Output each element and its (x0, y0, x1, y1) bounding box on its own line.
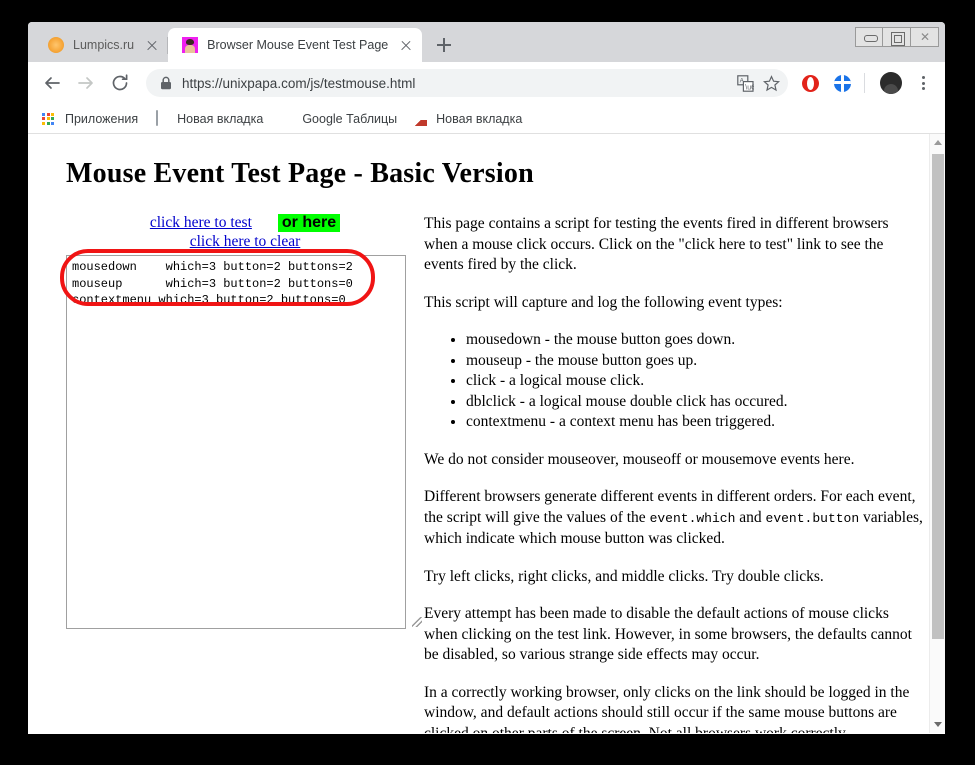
scrollbar-thumb[interactable] (932, 154, 944, 639)
scroll-up-arrow-icon[interactable] (930, 134, 945, 151)
toolbar-divider (864, 73, 865, 93)
list-item: mouseup - the mouse button goes up. (466, 351, 926, 372)
translate-glyph: A \u6587 (737, 75, 754, 92)
page-title: Mouse Event Test Page - Basic Version (66, 158, 919, 190)
bookmark-apps[interactable]: Приложения (38, 108, 146, 130)
click-here-to-test-link[interactable]: click here to test (150, 214, 252, 231)
image-icon (413, 111, 429, 127)
star-glyph (763, 75, 780, 92)
paragraph-different-browsers: Different browsers generate different ev… (424, 487, 926, 550)
forward-button[interactable] (72, 69, 100, 97)
bookmark-label: Новая вкладка (436, 112, 522, 126)
list-item: mousedown - the mouse button goes down. (466, 330, 926, 351)
avatar (880, 72, 902, 94)
list-item: click - a logical mouse click. (466, 371, 926, 392)
paragraph-correct-browser: In a correctly working browser, only cli… (424, 683, 926, 734)
page-viewport: Mouse Event Test Page - Basic Version cl… (28, 134, 945, 733)
list-item: contextmenu - a context menu has been tr… (466, 412, 926, 433)
test-link-row: click here to test or here (66, 214, 424, 232)
test-links-block: click here to test or here click here to … (66, 214, 424, 251)
click-here-to-clear-link[interactable]: click here to clear (190, 233, 301, 250)
tab-mouse-event-test-page[interactable]: Browser Mouse Event Test Page (168, 28, 422, 62)
tab-title: Lumpics.ru (73, 38, 134, 52)
person-magenta-favicon-icon (182, 37, 198, 53)
bookmarks-bar: Приложения Новая вкладка Google Таблицы … (28, 104, 945, 134)
close-icon[interactable] (396, 35, 416, 55)
clear-link-row: click here to clear (66, 233, 424, 251)
opera-extension-button[interactable] (796, 69, 824, 97)
paragraph-default-actions: Every attempt has been made to disable t… (424, 604, 926, 666)
reload-button[interactable] (106, 69, 134, 97)
paragraph-event-types-intro: This script will capture and log the fol… (424, 293, 926, 314)
svg-text:\u6587: \u6587 (745, 84, 754, 91)
back-button[interactable] (38, 69, 66, 97)
paragraph-try-clicks: Try left clicks, right clicks, and middl… (424, 567, 926, 588)
three-dot-menu-icon (913, 73, 933, 93)
event-types-list: mousedown - the mouse button goes down. … (424, 330, 926, 433)
globe-extension-button[interactable] (828, 69, 856, 97)
tab-lumpics[interactable]: Lumpics.ru (34, 28, 168, 62)
browser-toolbar: https://unixpapa.com/js/testmouse.html A… (28, 62, 945, 104)
tab-strip: Lumpics.ru Browser Mouse Event Test Page… (28, 22, 945, 62)
arrow-left-icon (41, 72, 63, 94)
url-text: https://unixpapa.com/js/testmouse.html (182, 76, 732, 91)
new-tab-button[interactable] (430, 31, 458, 59)
event-log-textarea[interactable]: mousedown which=3 button=2 buttons=2 mou… (66, 255, 406, 629)
right-column: This page contains a script for testing … (424, 214, 926, 733)
profile-button[interactable] (877, 69, 905, 97)
arrow-right-icon (75, 72, 97, 94)
page-scrollbar[interactable] (929, 134, 945, 733)
bookmark-label: Новая вкладка (177, 112, 263, 126)
paragraph-not-considered: We do not consider mouseover, mouseoff o… (424, 450, 926, 471)
bookmark-new-tab-1[interactable]: Новая вкладка (150, 108, 271, 130)
log-area-wrapper: mousedown which=3 button=2 buttons=2 mou… (66, 255, 424, 629)
screen-root: Lumpics.ru Browser Mouse Event Test Page… (0, 0, 975, 765)
close-icon[interactable] (142, 35, 162, 55)
resize-handle[interactable] (412, 617, 422, 627)
lock-glyph (160, 76, 172, 90)
browser-window: Lumpics.ru Browser Mouse Event Test Page… (28, 22, 945, 734)
list-item: dblclick - a logical mouse double click … (466, 392, 926, 413)
chrome-menu-button[interactable] (909, 69, 937, 97)
web-page-content: Mouse Event Test Page - Basic Version cl… (28, 134, 929, 733)
bookmark-new-tab-2[interactable]: Новая вкладка (409, 108, 530, 130)
close-icon: ✕ (911, 30, 938, 44)
page-icon (154, 111, 170, 127)
window-controls: ✕ (855, 27, 939, 47)
bookmark-google-sheets[interactable]: Google Таблицы (275, 108, 405, 130)
opera-icon (802, 75, 819, 92)
lock-icon (160, 76, 172, 90)
scroll-down-arrow-icon[interactable] (930, 716, 945, 733)
orange-circle-favicon-icon (48, 37, 64, 53)
text-fragment: and (735, 509, 765, 526)
bookmark-star-icon[interactable] (758, 70, 784, 96)
reload-icon (109, 72, 131, 94)
code-event-which: event.which (650, 511, 736, 526)
left-column: click here to test or here click here to … (66, 214, 424, 629)
code-event-button: event.button (766, 511, 860, 526)
globe-icon (834, 75, 851, 92)
translate-icon[interactable]: A \u6587 (732, 70, 758, 96)
address-bar[interactable]: https://unixpapa.com/js/testmouse.html A… (146, 69, 788, 97)
or-here-target[interactable]: or here (278, 214, 340, 232)
maximize-button[interactable] (883, 27, 911, 47)
paragraph-intro: This page contains a script for testing … (424, 214, 926, 276)
bookmark-label: Google Таблицы (302, 112, 397, 126)
google-sheets-icon (279, 111, 295, 127)
tab-title: Browser Mouse Event Test Page (207, 38, 388, 52)
window-close-button[interactable]: ✕ (911, 27, 939, 47)
minimize-button[interactable] (855, 27, 883, 47)
apps-grid-icon (42, 111, 58, 127)
bookmark-label: Приложения (65, 112, 138, 126)
